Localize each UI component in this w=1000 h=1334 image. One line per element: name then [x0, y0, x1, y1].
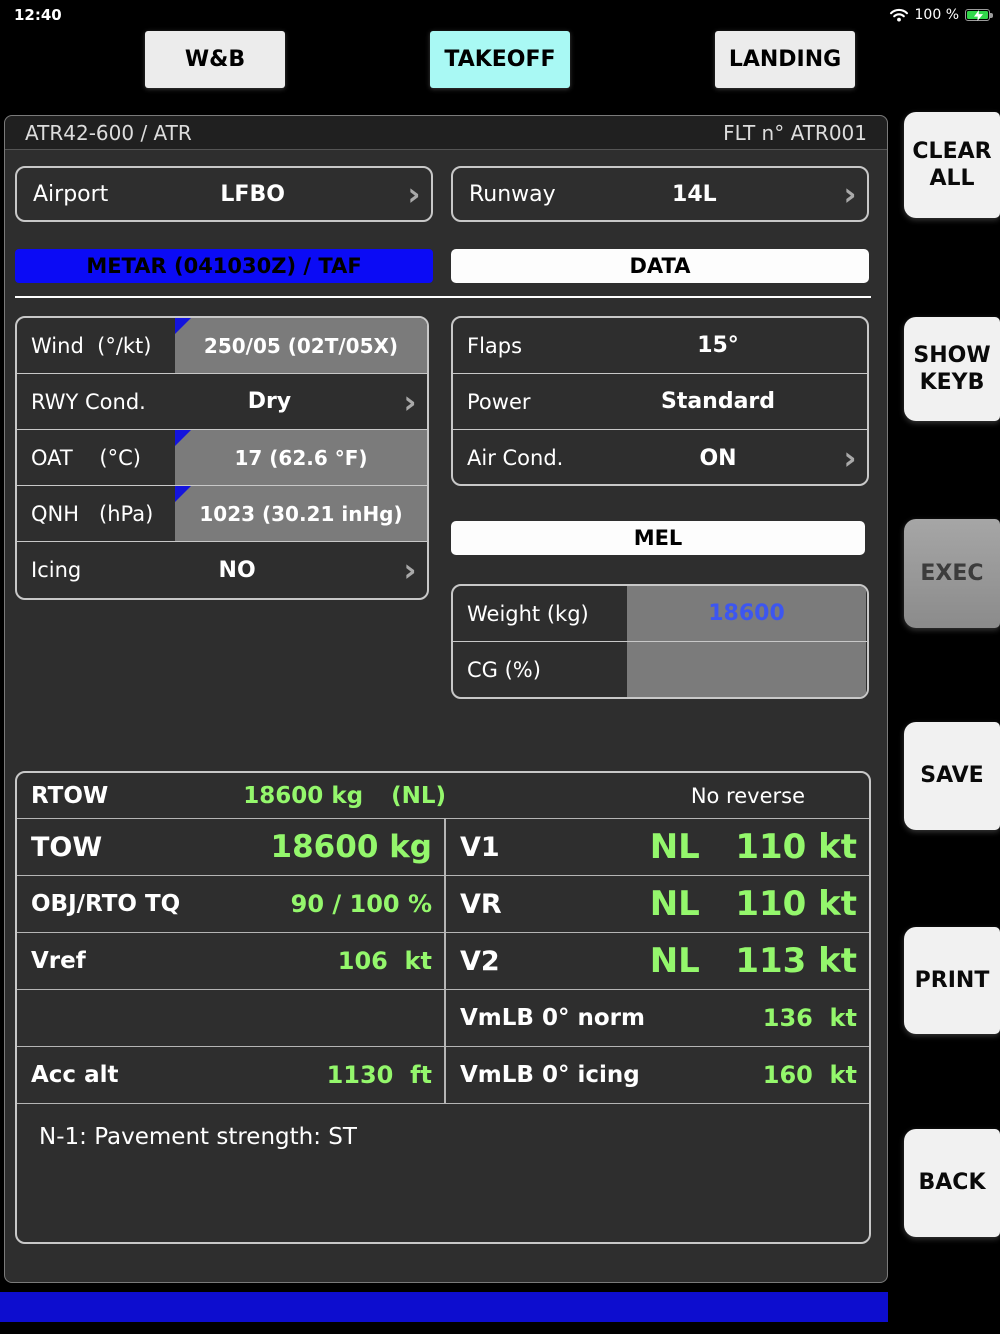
wind-row: Wind (°/kt) 250/05 (02T/05X) [17, 318, 427, 374]
runway-label: Runway [469, 181, 556, 207]
qnh-input[interactable]: 1023 (30.21 inHg) [175, 486, 427, 541]
flaps-row: Flaps 15° [453, 318, 867, 374]
data-button[interactable]: DATA [451, 249, 869, 283]
conditions-group: Wind (°/kt) 250/05 (02T/05X) RWY Cond. D… [15, 316, 429, 600]
oat-row: OAT (°C) 17 (62.6 °F) [17, 430, 427, 486]
flaps-value: 15° [697, 333, 739, 358]
status-bar: 12:40 100 % [0, 0, 1000, 30]
mel-button[interactable]: MEL [451, 521, 865, 555]
qnh-value: 1023 (30.21 inHg) [199, 501, 403, 526]
save-button[interactable]: SAVE [904, 722, 1000, 830]
cg-input[interactable] [627, 642, 866, 697]
airport-label: Airport [33, 181, 109, 207]
icing-row[interactable]: Icing NO › [17, 542, 427, 598]
chevron-right-icon: › [407, 175, 421, 213]
result-tow: TOW 18600 kg [17, 819, 446, 876]
result-vref: Vref 106 kt [17, 933, 446, 990]
status-indicators: 100 % [889, 7, 993, 23]
chevron-right-icon: › [403, 382, 417, 421]
airport-value: LFBO [220, 181, 285, 207]
rwy-cond-value: Dry [247, 389, 292, 414]
takeoff-panel: ATR42-600 / ATR FLT n° ATR001 Airport LF… [4, 115, 888, 1283]
weight-cg-group: Weight (kg) 18600 CG (%) [451, 584, 869, 699]
result-obj-rto-tq: OBJ/RTO TQ 90 / 100 % [17, 876, 446, 933]
wind-input[interactable]: 250/05 (02T/05X) [175, 318, 427, 373]
battery-icon [965, 9, 993, 21]
icing-label: Icing [31, 558, 82, 582]
power-label: Power [467, 389, 531, 414]
rtow-flag: (NL) [391, 782, 447, 809]
result-vmlb-norm: VmLB 0° norm 136 kt [446, 990, 869, 1047]
aircraft-title: ATR42-600 / ATR [25, 120, 192, 145]
edit-corner-icon [175, 318, 191, 334]
divider [15, 296, 871, 298]
chevron-right-icon: › [843, 175, 857, 213]
result-v2: V2 NL 113 kt [446, 933, 869, 990]
metar-taf-button[interactable]: METAR (041030Z) / TAF [15, 249, 433, 283]
rwy-cond-label: RWY Cond. [31, 389, 146, 414]
qnh-label: QNH (hPa) [31, 501, 154, 526]
power-value: Standard [660, 389, 776, 414]
rtow-value: 18600 kg [243, 782, 364, 809]
rtow-label: RTOW [31, 782, 109, 809]
air-cond-value: ON [699, 445, 737, 471]
weight-row: Weight (kg) 18600 [453, 586, 867, 642]
airport-selector[interactable]: Airport LFBO › [15, 166, 433, 222]
power-row: Power Standard [453, 374, 867, 430]
clear-all-button[interactable]: CLEAR ALL [904, 112, 1000, 218]
cg-row: CG (%) [453, 642, 867, 697]
result-v1: V1 NL 110 kt [446, 819, 869, 876]
exec-button[interactable]: EXEC [904, 519, 1000, 628]
wifi-icon [889, 8, 908, 22]
icing-value: NO [218, 557, 256, 583]
runway-value: 14L [672, 181, 717, 207]
oat-input[interactable]: 17 (62.6 °F) [175, 430, 427, 485]
bottom-accent-bar [0, 1292, 888, 1322]
tab-takeoff[interactable]: TAKEOFF [430, 31, 570, 88]
result-empty [17, 990, 446, 1047]
edit-corner-icon [175, 486, 191, 502]
back-button[interactable]: BACK [904, 1129, 1000, 1237]
air-cond-row[interactable]: Air Cond. ON › [453, 430, 867, 484]
rwy-cond-row[interactable]: RWY Cond. Dry › [17, 374, 427, 430]
chevron-right-icon: › [403, 551, 417, 589]
air-cond-label: Air Cond. [467, 446, 564, 470]
panel-header: ATR42-600 / ATR FLT n° ATR001 [5, 116, 887, 150]
n1-note: N-1: Pavement strength: ST [39, 1124, 357, 1150]
weight-input[interactable]: 18600 [627, 586, 866, 641]
oat-label: OAT (°C) [31, 445, 141, 470]
result-vmlb-icing: VmLB 0° icing 160 kt [446, 1047, 869, 1104]
runway-selector[interactable]: Runway 14L › [451, 166, 869, 222]
weight-value: 18600 [708, 601, 785, 626]
battery-percent: 100 % [914, 7, 959, 23]
weight-label: Weight (kg) [467, 601, 589, 626]
edit-corner-icon [175, 430, 191, 446]
config-group: Flaps 15° Power Standard Air Cond. ON › [451, 316, 869, 486]
reverse-note: No reverse [690, 783, 805, 808]
oat-value: 17 (62.6 °F) [234, 445, 368, 470]
tab-landing[interactable]: LANDING [715, 31, 855, 88]
results-grid: TOW 18600 kg V1 NL 110 kt OBJ/RTO TQ 90 … [17, 819, 869, 1150]
qnh-row: QNH (hPa) 1023 (30.21 inHg) [17, 486, 427, 542]
print-button[interactable]: PRINT [904, 927, 1000, 1034]
wind-label: Wind (°/kt) [31, 333, 152, 358]
result-vr: VR NL 110 kt [446, 876, 869, 933]
clock: 12:40 [14, 6, 62, 24]
cg-label: CG (%) [467, 658, 541, 682]
wind-value: 250/05 (02T/05X) [203, 333, 399, 358]
chevron-right-icon: › [843, 439, 857, 477]
tab-wb[interactable]: W&B [145, 31, 285, 88]
results-panel: RTOW 18600 kg (NL) No reverse TOW 18600 … [15, 771, 871, 1244]
flight-number: FLT n° ATR001 [723, 120, 867, 145]
rtow-summary: RTOW 18600 kg (NL) No reverse [17, 773, 869, 819]
show-keyboard-button[interactable]: SHOW KEYB [904, 317, 1000, 421]
flaps-label: Flaps [467, 333, 523, 358]
result-acc-alt: Acc alt 1130 ft [17, 1047, 446, 1104]
